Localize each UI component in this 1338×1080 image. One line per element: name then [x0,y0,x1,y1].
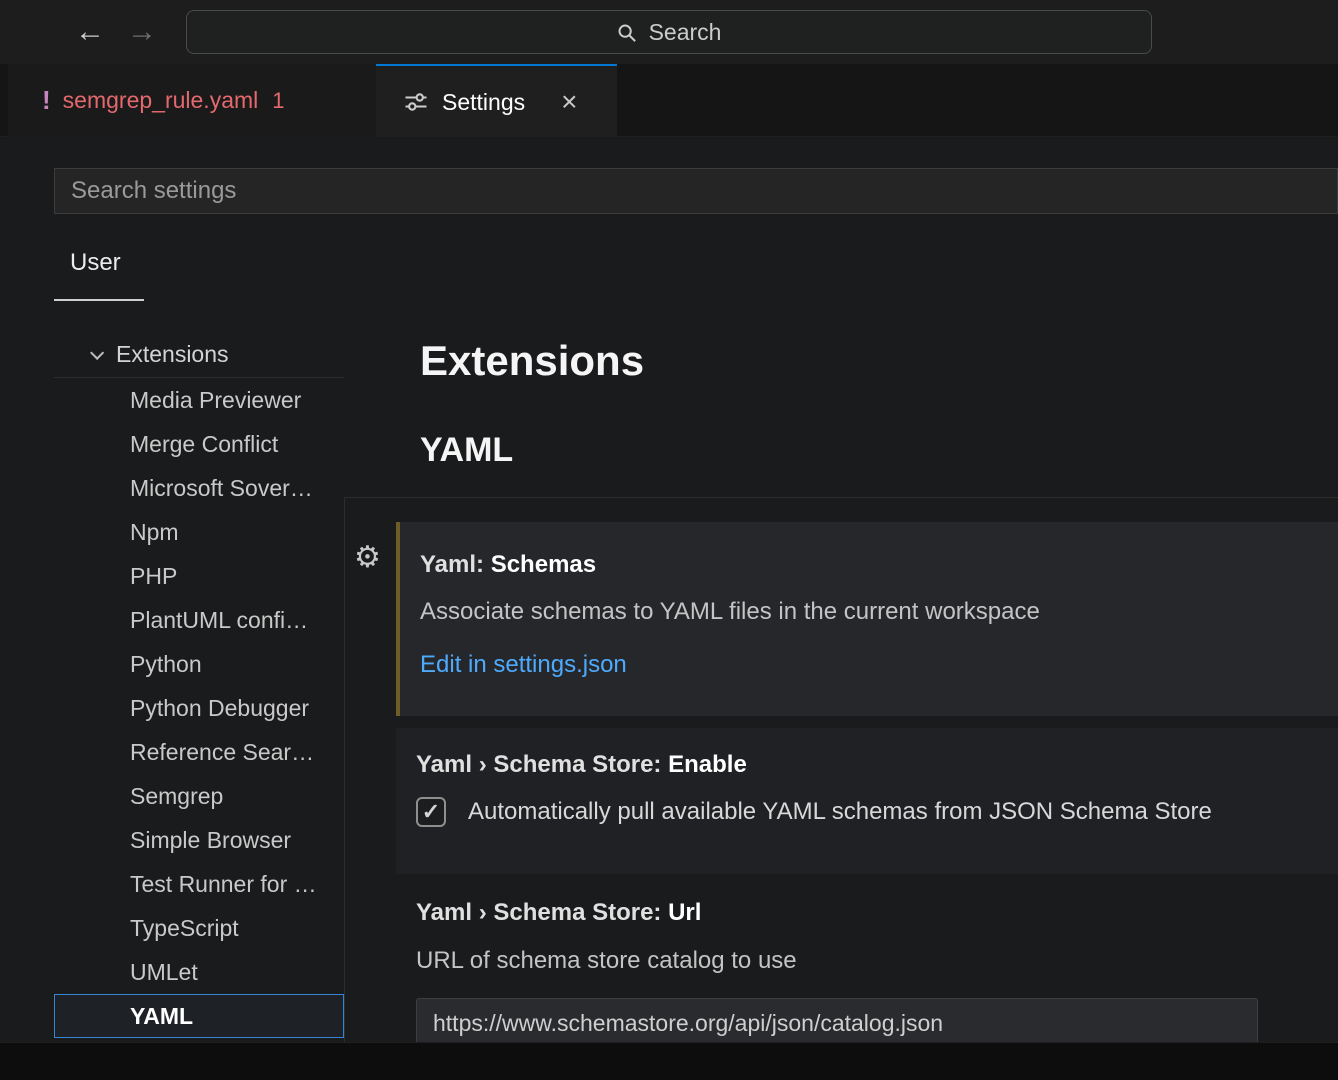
toc-item-semgrep[interactable]: Semgrep [54,774,344,818]
gear-icon[interactable]: ⚙ [354,543,381,573]
toc-list: Media Previewer Merge Conflict Microsoft… [54,378,344,1038]
editor-tab-strip: ! semgrep_rule.yaml 1 Settings × [0,64,1338,137]
toc-item-php[interactable]: PHP [54,554,344,598]
tab-settings[interactable]: Settings × [376,64,617,138]
back-arrow-icon: ← [75,15,105,49]
command-center-search-label: Search [649,19,722,46]
setting-key: Url [668,899,701,926]
setting-category: Yaml › Schema Store: [416,751,668,778]
setting-description: Associate schemas to YAML files in the c… [420,597,1318,627]
checkbox-label: Automatically pull available YAML schema… [468,798,1212,826]
schema-store-url-input[interactable] [416,998,1258,1042]
settings-editor: User Extensions Media Previewer Merge Co… [0,137,1338,1042]
toc-item-media-previewer[interactable]: Media Previewer [54,378,344,422]
chevron-down-icon [90,345,104,359]
setting-category: Yaml: [420,551,491,578]
toc-item-typescript[interactable]: TypeScript [54,906,344,950]
toc-root-label: Extensions [116,341,229,368]
setting-key: Enable [668,751,747,778]
schema-store-enable-checkbox[interactable]: ✓ [416,797,446,827]
section-title-yaml: YAML [420,431,513,470]
toc-section-extensions[interactable]: Extensions [54,332,344,378]
setting-key: Schemas [491,551,596,578]
toc-item-plantuml[interactable]: PlantUML confi… [54,598,344,642]
setting-title: Yaml › Schema Store: Url [416,898,1318,928]
tab-label: Settings [442,89,525,116]
scope-tab-active-underline [54,299,144,301]
title-bar: ← → Search [0,0,1338,64]
vscode-window: ← → Search ! semgrep_rule.yaml 1 [0,0,1338,1080]
setting-title: Yaml › Schema Store: Enable [416,750,1318,780]
command-center-search[interactable]: Search [186,10,1152,54]
bottom-panel-edge [0,1042,1338,1080]
setting-row-yaml-schemas: Yaml: Schemas Associate schemas to YAML … [396,522,1338,716]
scope-tab-user[interactable]: User [70,249,121,277]
search-icon [617,22,637,42]
forward-arrow-icon: → [127,15,157,49]
toc-splitter[interactable] [344,497,345,1042]
problem-indicator-icon: ! [42,85,51,116]
toc-item-simple-browser[interactable]: Simple Browser [54,818,344,862]
toc-item-microsoft-sovereign[interactable]: Microsoft Sover… [54,466,344,510]
setting-row-schema-store-enable: Yaml › Schema Store: Enable ✓ Automatica… [396,728,1338,874]
toc-item-python-debugger[interactable]: Python Debugger [54,686,344,730]
close-icon[interactable]: × [561,88,577,116]
setting-row-schema-store-url: Yaml › Schema Store: Url URL of schema s… [396,898,1338,1042]
problem-count-badge: 1 [272,88,284,114]
toc-item-test-runner[interactable]: Test Runner for … [54,862,344,906]
edit-in-settings-json-link[interactable]: Edit in settings.json [420,651,627,679]
setting-category: Yaml › Schema Store: [416,899,668,926]
setting-description: URL of schema store catalog to use [416,946,1318,976]
settings-search-input[interactable] [54,168,1338,214]
forward-button[interactable]: → [122,12,162,52]
setting-title: Yaml: Schemas [420,550,1318,580]
tab-label: semgrep_rule.yaml [63,87,259,114]
toc-item-merge-conflict[interactable]: Merge Conflict [54,422,344,466]
toc-item-python[interactable]: Python [54,642,344,686]
toc-item-reference-search[interactable]: Reference Sear… [54,730,344,774]
page-title-extensions: Extensions [420,337,644,385]
toc-item-yaml[interactable]: YAML [54,994,344,1038]
checkbox-row: ✓ Automatically pull available YAML sche… [416,797,1318,827]
toc-item-npm[interactable]: Npm [54,510,344,554]
settings-sliders-icon [404,90,428,114]
header-divider [345,497,1338,498]
toc-item-umlet[interactable]: UMLet [54,950,344,994]
back-button[interactable]: ← [70,12,110,52]
check-icon: ✓ [422,799,440,825]
tab-semgrep-rule-yaml[interactable]: ! semgrep_rule.yaml 1 [8,64,376,137]
